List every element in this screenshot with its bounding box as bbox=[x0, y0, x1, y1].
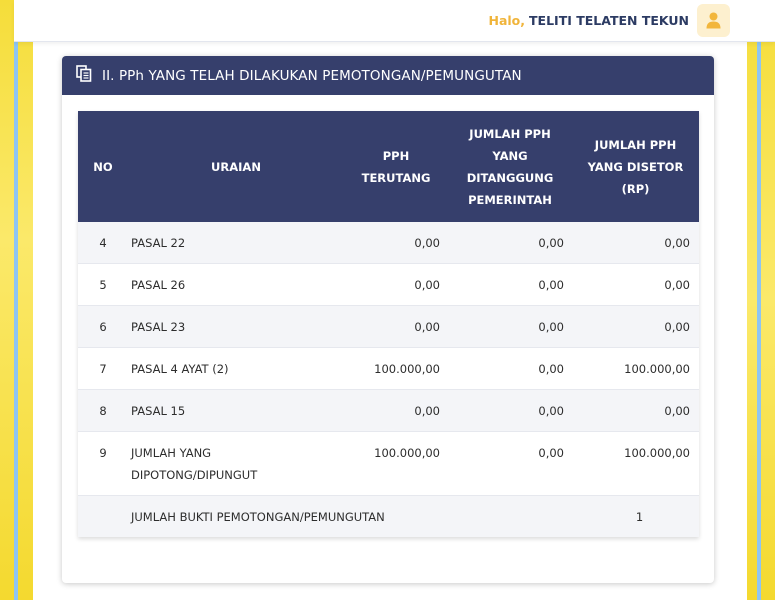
greeting-prefix: Halo, bbox=[488, 13, 526, 28]
column-header-jumlah-ditanggung: JUMLAH PPH YANG DITANGGUNG PEMERINTAH bbox=[448, 111, 572, 222]
table-row: 9 JUMLAH YANG DIPOTONG/DIPUNGUT 100.000,… bbox=[78, 431, 699, 496]
cell-disetor: 0,00 bbox=[572, 389, 699, 432]
user-name[interactable]: TELITI TELATEN TEKUN bbox=[529, 13, 689, 28]
cell-ditanggung: 0,00 bbox=[448, 263, 572, 306]
column-header-jumlah-disetor: JUMLAH PPH YANG DISETOR (RP) bbox=[572, 111, 699, 222]
cell-uraian: PASAL 15 bbox=[128, 389, 344, 432]
pph-section-card: II. PPh YANG TELAH DILAKUKAN PEMOTONGAN/… bbox=[62, 56, 714, 583]
table-row: 6 PASAL 23 0,00 0,00 0,00 bbox=[78, 305, 699, 348]
cell-no: 8 bbox=[78, 389, 128, 432]
pph-table-container: NO URAIAN PPH TERUTANG JUMLAH PPH YANG D… bbox=[78, 111, 699, 537]
cell-no: 7 bbox=[78, 347, 128, 390]
cell-no: 4 bbox=[78, 222, 128, 264]
cell-disetor: 100.000,00 bbox=[572, 431, 699, 496]
cell-uraian: PASAL 26 bbox=[128, 263, 344, 306]
cell-disetor: 100.000,00 bbox=[572, 347, 699, 390]
cell-ditanggung: 0,00 bbox=[448, 305, 572, 348]
summary-row: JUMLAH BUKTI PEMOTONGAN/PEMUNGUTAN 1 bbox=[78, 495, 699, 537]
user-icon[interactable] bbox=[697, 4, 730, 37]
document-copy-icon bbox=[76, 65, 92, 86]
section-title: II. PPh YANG TELAH DILAKUKAN PEMOTONGAN/… bbox=[102, 67, 522, 84]
cell-no: 9 bbox=[78, 431, 128, 496]
top-navbar: Halo, TELITI TELATEN TEKUN bbox=[14, 0, 775, 42]
user-greeting: Halo, TELITI TELATEN TEKUN bbox=[489, 13, 690, 28]
table-row: 4 PASAL 22 0,00 0,00 0,00 bbox=[78, 222, 699, 264]
cell-ditanggung: 0,00 bbox=[448, 347, 572, 390]
cell-uraian: PASAL 23 bbox=[128, 305, 344, 348]
cell-disetor: 0,00 bbox=[572, 305, 699, 348]
column-header-pph-terutang: PPH TERUTANG bbox=[344, 111, 448, 222]
cell-pph-terutang: 100.000,00 bbox=[344, 347, 448, 390]
column-header-uraian: URAIAN bbox=[128, 111, 344, 222]
table-row: 7 PASAL 4 AYAT (2) 100.000,00 0,00 100.0… bbox=[78, 347, 699, 390]
column-header-no: NO bbox=[78, 111, 128, 222]
summary-count: 1 bbox=[572, 495, 699, 537]
background-left-decoration bbox=[0, 0, 33, 600]
cell-ditanggung: 0,00 bbox=[448, 431, 572, 496]
cell-disetor: 0,00 bbox=[572, 222, 699, 264]
summary-label: JUMLAH BUKTI PEMOTONGAN/PEMUNGUTAN bbox=[128, 495, 572, 537]
cell-no: 5 bbox=[78, 263, 128, 306]
cell-pph-terutang: 0,00 bbox=[344, 222, 448, 264]
cell-no-empty bbox=[78, 495, 128, 537]
cell-uraian: PASAL 4 AYAT (2) bbox=[128, 347, 344, 390]
cell-pph-terutang: 0,00 bbox=[344, 263, 448, 306]
cell-ditanggung: 0,00 bbox=[448, 389, 572, 432]
cell-pph-terutang: 0,00 bbox=[344, 305, 448, 348]
cell-ditanggung: 0,00 bbox=[448, 222, 572, 264]
cell-no: 6 bbox=[78, 305, 128, 348]
pph-table: NO URAIAN PPH TERUTANG JUMLAH PPH YANG D… bbox=[78, 111, 699, 537]
cell-pph-terutang: 0,00 bbox=[344, 389, 448, 432]
table-row: 5 PASAL 26 0,00 0,00 0,00 bbox=[78, 263, 699, 306]
cell-uraian: PASAL 22 bbox=[128, 222, 344, 264]
section-header: II. PPh YANG TELAH DILAKUKAN PEMOTONGAN/… bbox=[62, 56, 714, 95]
cell-pph-terutang: 100.000,00 bbox=[344, 431, 448, 496]
cell-uraian: JUMLAH YANG DIPOTONG/DIPUNGUT bbox=[128, 431, 344, 496]
cell-disetor: 0,00 bbox=[572, 263, 699, 306]
table-row: 8 PASAL 15 0,00 0,00 0,00 bbox=[78, 389, 699, 432]
table-header-row: NO URAIAN PPH TERUTANG JUMLAH PPH YANG D… bbox=[78, 111, 699, 222]
